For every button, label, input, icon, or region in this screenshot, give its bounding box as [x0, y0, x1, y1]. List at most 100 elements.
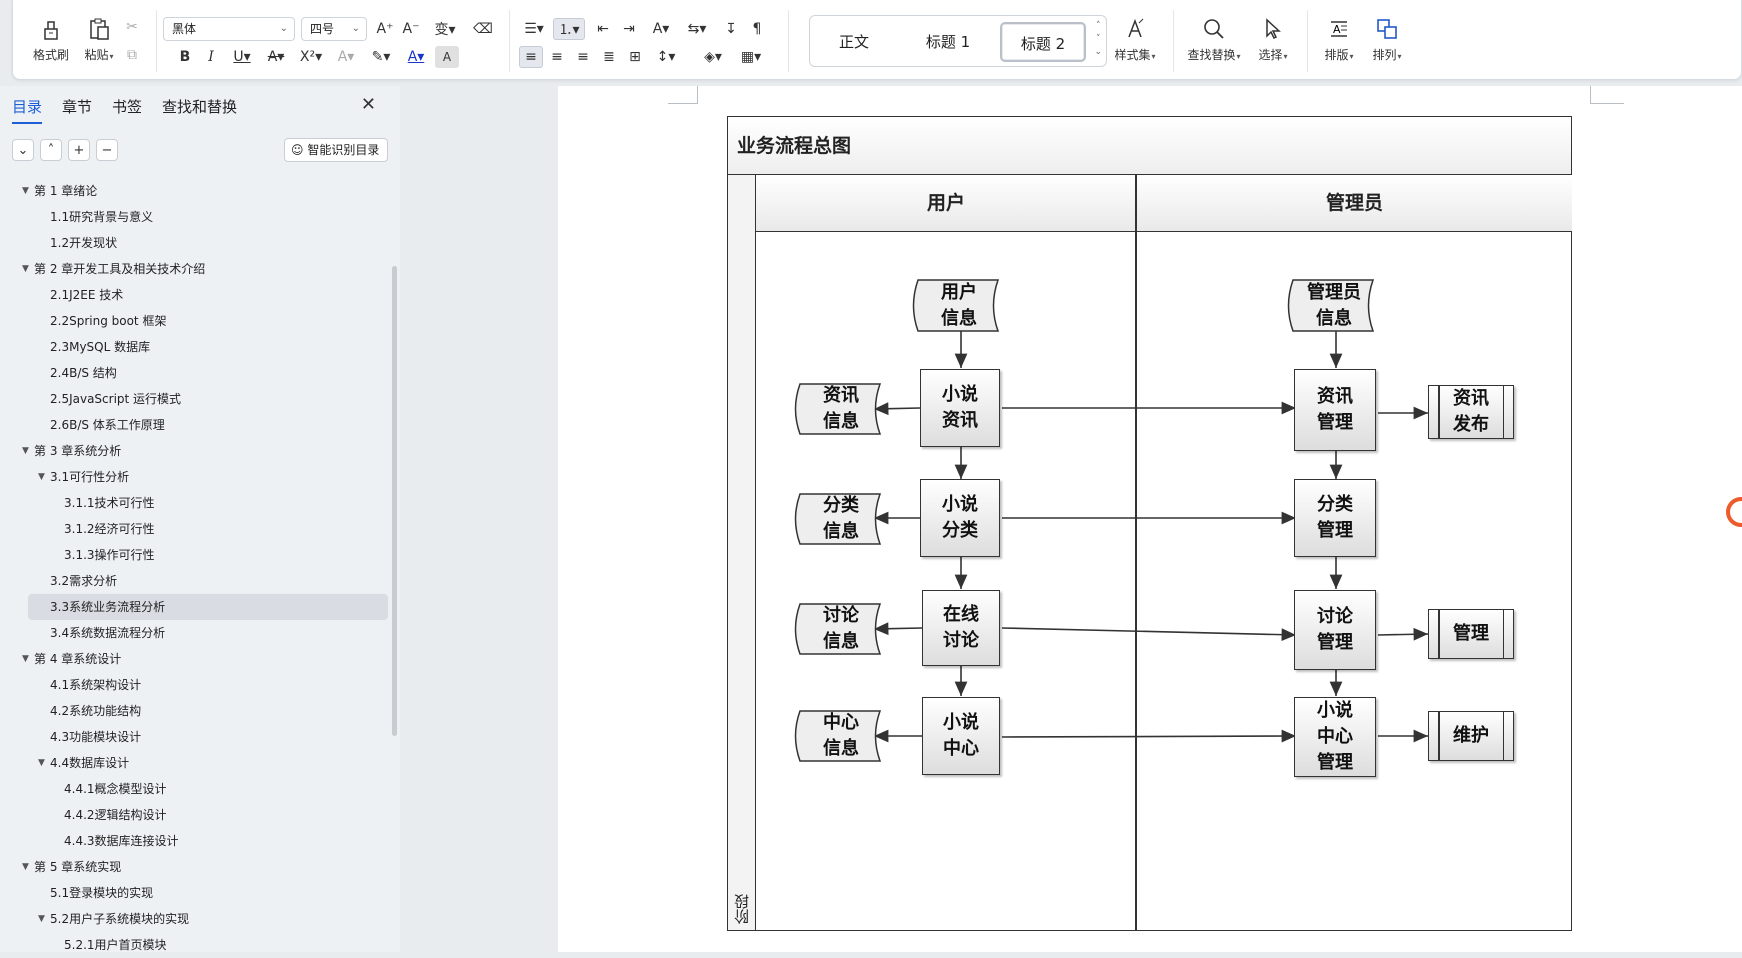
- toc-item[interactable]: 4.1系统架构设计: [0, 672, 400, 698]
- toc-item[interactable]: ▼ 第 2 章开发工具及相关技术介绍: [0, 256, 400, 282]
- shrink-font-icon[interactable]: A⁻: [399, 18, 423, 40]
- toc-item[interactable]: 2.2Spring boot 框架: [0, 308, 400, 334]
- paste-button[interactable]: 粘贴▾: [75, 14, 123, 63]
- toc-item[interactable]: ▼ 第 4 章系统设计: [0, 646, 400, 672]
- distribute-icon[interactable]: ⊞: [623, 46, 647, 68]
- underline-icon[interactable]: U▾: [227, 46, 257, 68]
- toc-item[interactable]: ▼ 第 1 章绪论: [0, 178, 400, 204]
- toc-item[interactable]: 2.1J2EE 技术: [0, 282, 400, 308]
- toc-item[interactable]: 4.4.1概念模型设计: [0, 776, 400, 802]
- toc-item[interactable]: 4.3功能模块设计: [0, 724, 400, 750]
- expand-toggle-icon[interactable]: ▼: [22, 438, 29, 464]
- toc-item[interactable]: 3.1.3操作可行性: [0, 542, 400, 568]
- toc-item[interactable]: ▼ 第 5 章系统实现: [0, 854, 400, 880]
- sort-icon[interactable]: ↧: [719, 18, 743, 40]
- expand-toggle-icon[interactable]: ▼: [22, 646, 29, 672]
- align-left-icon[interactable]: ≡: [519, 46, 543, 68]
- italic-icon[interactable]: I: [199, 46, 223, 68]
- gallery-scroll[interactable]: ˄ ˅ ⌄: [1094, 20, 1102, 59]
- toc-item[interactable]: 3.2需求分析: [0, 568, 400, 594]
- add-heading-icon[interactable]: +: [68, 139, 90, 161]
- toc-item[interactable]: 2.4B/S 结构: [0, 360, 400, 386]
- toc-item[interactable]: 3.4系统数据流程分析: [0, 620, 400, 646]
- toc-item[interactable]: 3.1.1技术可行性: [0, 490, 400, 516]
- show-marks-icon[interactable]: ¶: [745, 18, 769, 40]
- toc-item[interactable]: 5.1登录模块的实现: [0, 880, 400, 906]
- collapse-icon[interactable]: ˄: [40, 139, 62, 161]
- increase-indent-icon[interactable]: ⇥: [617, 18, 641, 40]
- align-right-icon[interactable]: ≡: [571, 46, 595, 68]
- select-button[interactable]: 选择▾: [1249, 14, 1297, 63]
- toc-item-label: 4.3功能模块设计: [50, 730, 142, 744]
- layout-button[interactable]: A 排版▾: [1315, 14, 1363, 63]
- smart-toc-button[interactable]: ☺ 智能识别目录: [284, 138, 388, 162]
- tab-toc[interactable]: 目录: [12, 96, 43, 124]
- grow-font-icon[interactable]: A⁺: [373, 18, 397, 40]
- toc-item[interactable]: 5.2.1用户首页模块: [0, 932, 400, 958]
- user-info-node: 用户 信息: [941, 281, 977, 329]
- numbered-list-icon[interactable]: ⒈▾: [553, 18, 585, 40]
- toc-item[interactable]: ▼ 4.4数据库设计: [0, 750, 400, 776]
- remove-heading-icon[interactable]: −: [96, 139, 118, 161]
- admin-info-node: 管理员 信息: [1307, 281, 1361, 329]
- close-icon[interactable]: ✕: [361, 94, 376, 115]
- strikethrough-icon[interactable]: A▾: [261, 46, 291, 68]
- toc-item[interactable]: 4.4.2逻辑结构设计: [0, 802, 400, 828]
- text-effect-icon[interactable]: A▾: [331, 46, 361, 68]
- decrease-indent-icon[interactable]: ⇤: [591, 18, 615, 40]
- expand-toggle-icon[interactable]: ▼: [22, 256, 29, 282]
- clear-format-icon[interactable]: ⌫: [471, 18, 495, 40]
- style-set-button[interactable]: 样式集▾: [1107, 14, 1163, 63]
- expand-toggle-icon[interactable]: ▼: [38, 464, 45, 490]
- expand-toggle-icon[interactable]: ▼: [22, 854, 29, 880]
- toc-item[interactable]: 2.6B/S 体系工作原理: [0, 412, 400, 438]
- discussion-manage-process: 讨论 管理: [1294, 590, 1376, 670]
- toc-item[interactable]: 4.2系统功能结构: [0, 698, 400, 724]
- expand-toggle-icon[interactable]: ▼: [38, 750, 45, 776]
- toc-item[interactable]: ▼ 第 3 章系统分析: [0, 438, 400, 464]
- expand-toggle-icon[interactable]: ▼: [22, 178, 29, 204]
- toc-item[interactable]: 1.2开发现状: [0, 230, 400, 256]
- toc-item[interactable]: ▼ 5.2用户子系统模块的实现: [0, 906, 400, 932]
- tab-bookmarks[interactable]: 书签: [112, 96, 142, 124]
- font-name-select[interactable]: 黑体 ⌄: [163, 17, 295, 41]
- border-icon[interactable]: ▦▾: [735, 46, 767, 68]
- align-center-icon[interactable]: ≡: [545, 46, 569, 68]
- find-replace-button[interactable]: 查找替换▾: [1181, 14, 1247, 63]
- arrow: [873, 622, 923, 636]
- toc-item[interactable]: 2.5JavaScript 运行模式: [0, 386, 400, 412]
- text-direction-icon[interactable]: A▾: [645, 18, 677, 40]
- chevron-down-icon: ▾: [109, 52, 114, 61]
- line-spacing-icon[interactable]: ↕▾: [651, 46, 681, 68]
- bullet-list-icon[interactable]: ☰▾: [519, 18, 549, 40]
- expand-toggle-icon[interactable]: ▼: [38, 906, 45, 932]
- style-normal[interactable]: 正文: [816, 22, 892, 62]
- shading-icon[interactable]: ◈▾: [697, 46, 729, 68]
- toc-item[interactable]: 2.3MySQL 数据库: [0, 334, 400, 360]
- style-heading-2[interactable]: 标题 2: [1000, 22, 1086, 62]
- toc-item[interactable]: 4.4.3数据库连接设计: [0, 828, 400, 854]
- toc-item[interactable]: 3.3系统业务流程分析: [28, 594, 388, 620]
- cut-icon[interactable]: ✂: [120, 16, 144, 38]
- font-size-select[interactable]: 四号 ⌄: [301, 17, 367, 41]
- toc-item[interactable]: ▼ 3.1可行性分析: [0, 464, 400, 490]
- superscript-icon[interactable]: X²▾: [295, 46, 327, 68]
- font-color-icon[interactable]: A▾: [401, 46, 431, 68]
- justify-icon[interactable]: ≣: [597, 46, 621, 68]
- tab-chapters[interactable]: 章节: [62, 96, 92, 124]
- nav-scrollbar[interactable]: [392, 266, 397, 736]
- convert-icon[interactable]: ⇆▾: [681, 18, 713, 40]
- nav-tabs: 目录 章节 书签 查找和替换: [12, 96, 237, 124]
- expand-all-icon[interactable]: ⌄: [12, 139, 34, 161]
- toc-item[interactable]: 1.1研究背景与意义: [0, 204, 400, 230]
- arrange-button[interactable]: 排列▾: [1363, 14, 1411, 63]
- style-heading-1[interactable]: 标题 1: [902, 22, 994, 62]
- char-shading-icon[interactable]: A: [435, 46, 459, 68]
- toc-item[interactable]: 3.1.2经济可行性: [0, 516, 400, 542]
- tab-find-replace[interactable]: 查找和替换: [162, 96, 237, 124]
- copy-icon[interactable]: ⧉: [120, 44, 144, 66]
- phonetic-icon[interactable]: 变▾: [429, 18, 461, 40]
- bold-icon[interactable]: B: [173, 46, 197, 68]
- format-brush-button[interactable]: 格式刷: [27, 14, 75, 63]
- highlight-icon[interactable]: ✎▾: [365, 46, 397, 68]
